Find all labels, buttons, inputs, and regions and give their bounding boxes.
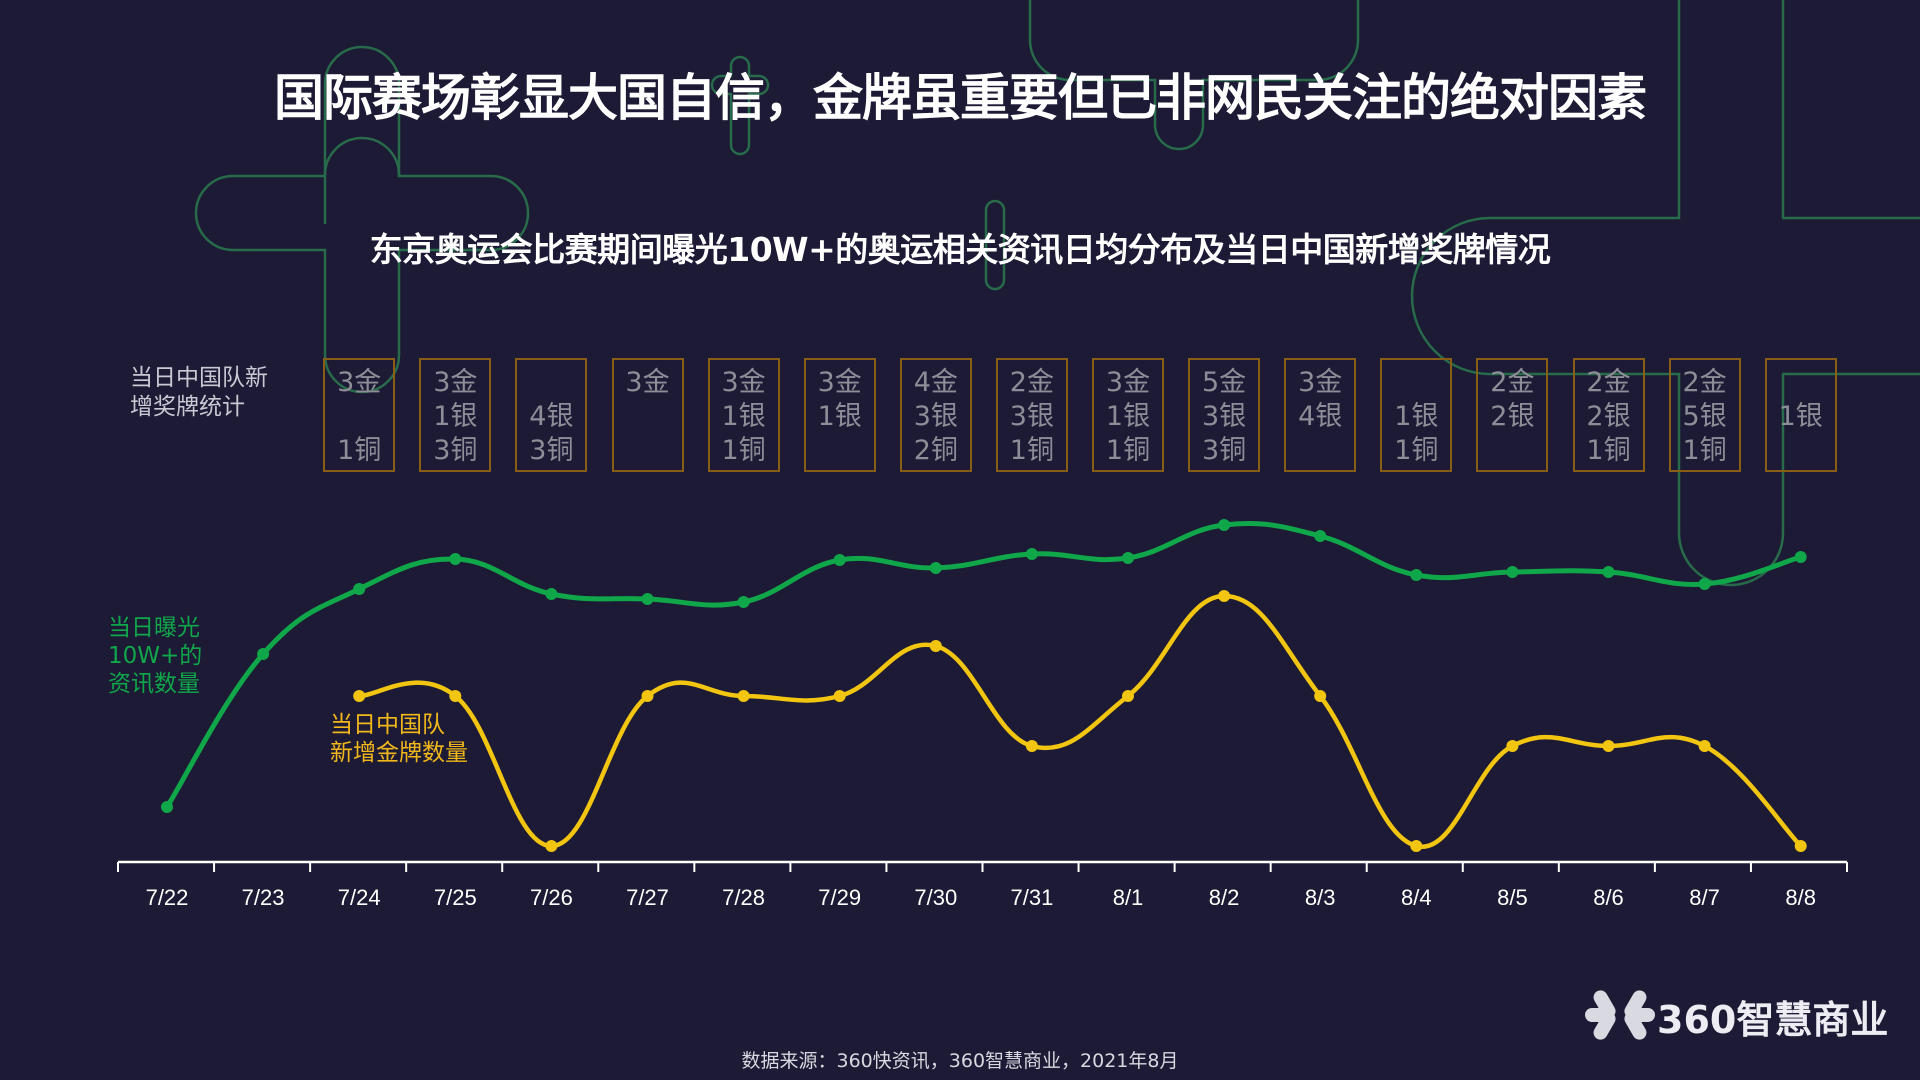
gold-medals-point: [1602, 740, 1615, 752]
gold-medals-point: [1025, 740, 1038, 752]
x-tick-label: 7/27: [626, 885, 669, 910]
x-tick-label: 8/3: [1305, 885, 1336, 910]
360-flower-logo-icon: [1585, 990, 1655, 1040]
x-tick-label: 7/30: [914, 885, 957, 910]
gold-medals-point: [641, 690, 654, 702]
news-count-point: [257, 648, 270, 660]
gold-medals-point: [929, 640, 942, 652]
legend-news-count-line2: 10W+的: [108, 643, 203, 669]
x-tick-label: 7/24: [338, 885, 381, 910]
x-tick-label: 8/5: [1497, 885, 1528, 910]
x-tick-label: 7/31: [1010, 885, 1053, 910]
gold-medals-point: [1218, 590, 1231, 602]
news-count-point: [353, 583, 366, 595]
legend-news-count-line1: 当日曝光: [108, 615, 200, 641]
x-tick-label: 7/28: [722, 885, 765, 910]
legend-gold-medals: 当日中国队 新增金牌数量: [330, 711, 468, 767]
news-count-point: [161, 801, 173, 813]
x-tick-label: 7/23: [242, 885, 285, 910]
x-tick-label: 7/25: [434, 885, 477, 910]
gold-medals-point: [1122, 690, 1134, 702]
x-tick-label: 7/29: [818, 885, 861, 910]
series-gold-medals: [353, 590, 1807, 852]
news-count-point: [449, 553, 462, 565]
news-count-point: [737, 596, 750, 608]
legend-news-count: 当日曝光 10W+的 资讯数量: [108, 614, 202, 698]
gold-medals-point: [1410, 840, 1423, 852]
brand-logo-text: 360智慧商业: [1657, 998, 1889, 1042]
news-count-point: [1122, 552, 1134, 564]
legend-news-count-line3: 资讯数量: [108, 671, 200, 697]
news-count-point: [1410, 569, 1423, 581]
news-count-point: [1218, 519, 1231, 531]
gold-medals-point: [1698, 740, 1711, 752]
gold-medals-point: [833, 690, 846, 702]
brand-logo: 360智慧商业: [1585, 985, 1905, 1045]
x-tick-labels: 7/22 7/23 7/24 7/25 7/26 7/27 7/28 7/29 7/30 7/31…: [146, 885, 1816, 910]
news-count-point: [545, 588, 558, 600]
gold-medals-point: [545, 840, 558, 852]
news-count-point: [641, 593, 654, 605]
gold-medals-point: [353, 690, 366, 702]
news-count-point: [929, 562, 942, 574]
news-count-point: [1698, 578, 1711, 590]
news-count-point: [1314, 530, 1327, 542]
gold-medals-point: [737, 690, 750, 702]
x-tick-label: 8/6: [1593, 885, 1624, 910]
gold-medals-point: [1314, 690, 1327, 702]
news-count-point: [1602, 566, 1615, 578]
x-tick-label: 8/4: [1401, 885, 1432, 910]
x-axis: [117, 860, 1848, 872]
x-tick-label: 7/22: [146, 885, 189, 910]
line-chart: 7/22 7/23 7/24 7/25 7/26 7/27 7/28 7/29 7/30 7/31…: [117, 519, 1848, 910]
x-tick-label: 8/7: [1689, 885, 1720, 910]
news-count-point: [1506, 566, 1519, 578]
gold-medals-point: [1506, 740, 1519, 752]
gold-medals-point: [449, 690, 462, 702]
news-count-point: [1794, 551, 1807, 563]
x-tick-label: 8/8: [1785, 885, 1816, 910]
x-tick-label: 8/1: [1113, 885, 1144, 910]
series-news-count: [161, 519, 1807, 813]
x-tick-label: 7/26: [530, 885, 573, 910]
gold-medals-point: [1794, 840, 1807, 852]
news-count-point: [833, 554, 846, 566]
legend-gold-medals-line1: 当日中国队: [330, 712, 445, 738]
gold-medals-line: [356, 593, 1803, 849]
data-source-footer: 数据来源：360快资讯，360智慧商业，2021年8月: [741, 1050, 1179, 1072]
news-count-point: [1025, 548, 1038, 560]
legend-gold-medals-line2: 新增金牌数量: [330, 740, 468, 766]
x-tick-label: 8/2: [1209, 885, 1240, 910]
